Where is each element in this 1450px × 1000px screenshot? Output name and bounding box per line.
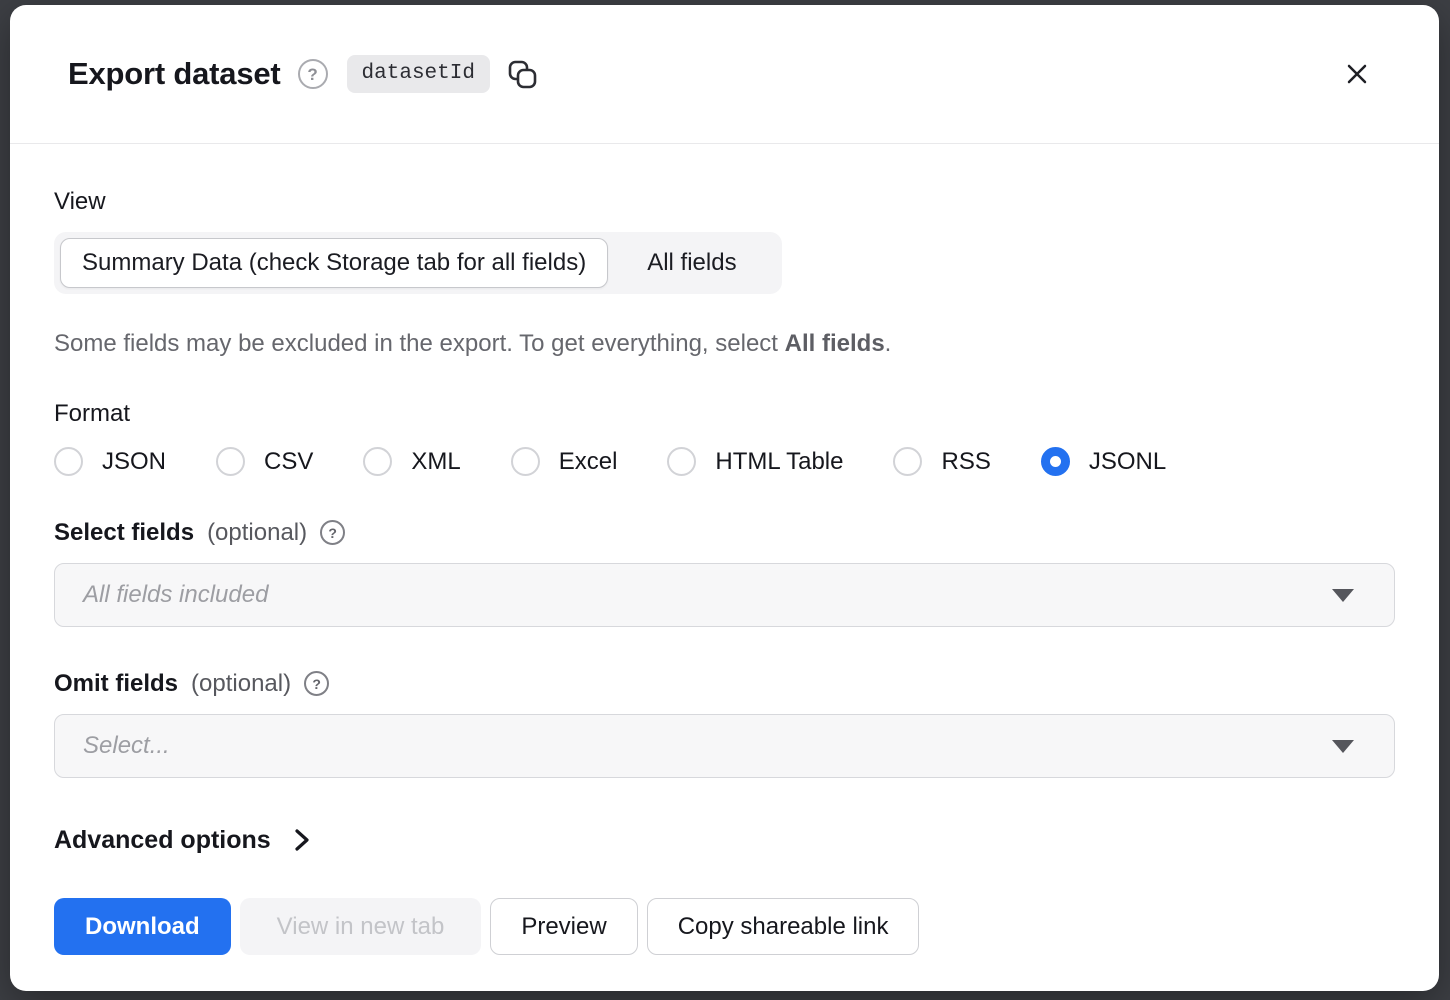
chevron-right-icon	[292, 826, 312, 854]
advanced-options-toggle[interactable]: Advanced options	[54, 824, 312, 856]
chevron-down-icon	[1332, 589, 1354, 602]
copy-icon	[506, 58, 539, 91]
radio-label: JSON	[102, 450, 166, 474]
help-icon[interactable]	[320, 520, 345, 545]
download-button[interactable]: Download	[54, 898, 231, 955]
action-button-row: Download View in new tab Preview Copy sh…	[54, 898, 1395, 955]
format-radio-html-table[interactable]: HTML Table	[667, 447, 843, 476]
modal-body: View Summary Data (check Storage tab for…	[10, 187, 1439, 985]
preview-button[interactable]: Preview	[490, 898, 637, 955]
radio-icon	[667, 447, 696, 476]
copy-shareable-link-button[interactable]: Copy shareable link	[647, 898, 920, 955]
omit-fields-dropdown[interactable]: Select...	[54, 714, 1395, 778]
radio-icon	[511, 447, 540, 476]
helper-text-bold: All fields	[785, 330, 885, 357]
format-radio-excel[interactable]: Excel	[511, 447, 618, 476]
radio-label: HTML Table	[715, 450, 843, 474]
format-radio-xml[interactable]: XML	[363, 447, 460, 476]
helper-text-prefix: Some fields may be excluded in the expor…	[54, 330, 785, 357]
select-fields-placeholder: All fields included	[83, 581, 268, 609]
view-segmented-control: Summary Data (check Storage tab for all …	[54, 232, 782, 294]
radio-selected-icon	[1041, 447, 1070, 476]
format-radio-rss[interactable]: RSS	[893, 447, 990, 476]
export-helper-text: Some fields may be excluded in the expor…	[54, 329, 1395, 359]
view-section-label: View	[54, 187, 1395, 216]
omit-fields-optional: (optional)	[191, 669, 291, 698]
close-button[interactable]	[1337, 54, 1377, 94]
omit-fields-label-row: Omit fields (optional)	[54, 669, 1395, 698]
advanced-options-label: Advanced options	[54, 824, 271, 856]
format-radio-jsonl[interactable]: JSONL	[1041, 447, 1166, 476]
omit-fields-placeholder: Select...	[83, 732, 170, 760]
close-icon	[1342, 59, 1372, 89]
export-dataset-modal: Export dataset datasetId View Summary Da…	[10, 5, 1439, 991]
format-radio-json[interactable]: JSON	[54, 447, 166, 476]
radio-label: RSS	[941, 450, 990, 474]
select-fields-label-row: Select fields (optional)	[54, 518, 1395, 547]
radio-label: JSONL	[1089, 450, 1166, 474]
page-title: Export dataset	[68, 56, 281, 92]
chevron-down-icon	[1332, 740, 1354, 753]
view-option-all-fields[interactable]: All fields	[608, 238, 775, 288]
radio-icon	[54, 447, 83, 476]
view-in-new-tab-button[interactable]: View in new tab	[240, 898, 482, 955]
help-icon[interactable]	[298, 59, 328, 89]
header-divider	[10, 143, 1439, 144]
format-section-label: Format	[54, 399, 1395, 428]
helper-text-suffix: .	[885, 330, 892, 357]
radio-icon	[893, 447, 922, 476]
radio-label: Excel	[559, 450, 618, 474]
radio-label: XML	[411, 450, 460, 474]
format-radio-group: JSON CSV XML Excel HTML Table RSS	[54, 447, 1395, 476]
radio-icon	[363, 447, 392, 476]
radio-label: CSV	[264, 450, 313, 474]
select-fields-optional: (optional)	[207, 518, 307, 547]
format-radio-csv[interactable]: CSV	[216, 447, 313, 476]
modal-header: Export dataset datasetId	[10, 5, 1439, 143]
select-fields-dropdown[interactable]: All fields included	[54, 563, 1395, 627]
help-icon[interactable]	[304, 671, 329, 696]
copy-dataset-id-button[interactable]	[505, 56, 541, 92]
omit-fields-label: Omit fields	[54, 669, 178, 698]
view-option-summary-data[interactable]: Summary Data (check Storage tab for all …	[60, 238, 608, 288]
radio-icon	[216, 447, 245, 476]
dataset-id-chip: datasetId	[347, 55, 490, 93]
select-fields-label: Select fields	[54, 518, 194, 547]
